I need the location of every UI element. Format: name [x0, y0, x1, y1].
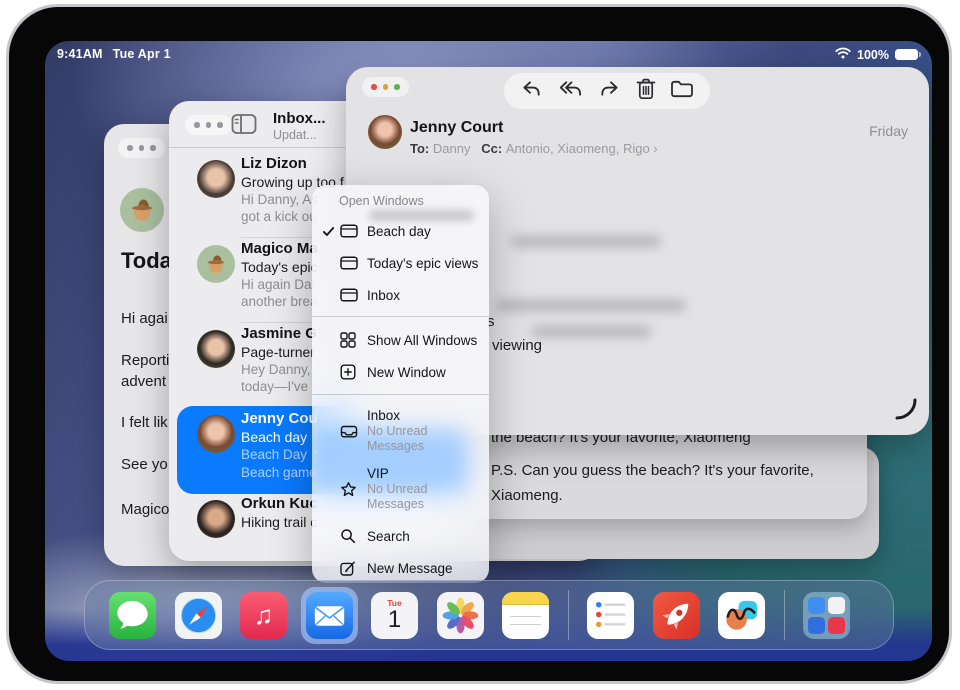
mail-app-icon[interactable] — [306, 592, 353, 639]
window-icon — [340, 255, 367, 271]
sidebar-toggle-icon[interactable] — [231, 113, 257, 140]
status-time: 9:41AM — [57, 47, 103, 61]
body-line: Xiaomeng. — [491, 487, 563, 504]
wifi-icon — [835, 47, 851, 62]
mailbox-subtitle: Updat... — [273, 128, 326, 142]
menu-separator — [312, 394, 489, 395]
new-window-icon — [340, 364, 367, 380]
calendar-app-icon[interactable]: Tue 1 — [371, 592, 418, 639]
safari-app-icon[interactable] — [175, 592, 222, 639]
calendar-day: 1 — [371, 608, 418, 632]
menu-item-show-all-windows[interactable]: Show All Windows — [312, 326, 489, 354]
star-icon — [340, 481, 367, 498]
status-bar: 9:41AM Tue Apr 1 100% — [45, 41, 932, 67]
open-windows-menu: Open Windows Beach day Today's epic — [312, 185, 489, 583]
menu-item-inbox-window[interactable]: Inbox — [312, 281, 489, 309]
messages-app-icon[interactable] — [109, 592, 156, 639]
sender-name: Jenny Court — [410, 119, 503, 137]
body-line: P.S. Can you guess the beach? It's your … — [491, 462, 814, 479]
app-library-mini-music — [828, 617, 845, 634]
music-app-icon[interactable]: ♫ — [240, 592, 287, 639]
notes-app-icon[interactable] — [502, 592, 549, 639]
app-library-icon[interactable] — [803, 592, 850, 639]
body-text: advent — [121, 373, 166, 390]
menu-item-inbox-mailbox[interactable]: Inbox No Unread Messages — [312, 403, 489, 459]
body-fragment: viewing — [492, 337, 542, 354]
menu-item-todays-epic-views[interactable]: Today's epic views — [312, 249, 489, 277]
ipad-screenshot: 9:41AM Tue Apr 1 100% — [0, 0, 960, 690]
preview: Beach Day — [241, 447, 307, 462]
dock-divider — [784, 590, 785, 640]
screen: 9:41AM Tue Apr 1 100% — [45, 41, 932, 661]
menu-item-search[interactable]: Search — [312, 522, 489, 550]
window-controls[interactable] — [185, 115, 232, 135]
mailbox-title[interactable]: Inbox... — [273, 110, 326, 127]
body-text: Hi agai — [121, 310, 168, 327]
avatar-jenny — [368, 115, 402, 149]
avatar-magico — [120, 188, 164, 232]
to-label: To: — [410, 141, 429, 156]
avatar — [197, 330, 235, 368]
body-text: Reporti — [121, 352, 169, 369]
avatar — [197, 160, 235, 198]
avatar — [197, 500, 235, 538]
window-controls[interactable] — [118, 138, 165, 158]
avatar — [197, 415, 235, 453]
blurred-content — [511, 235, 661, 248]
music-note-glyph: ♫ — [254, 600, 274, 631]
menu-item-beach-day[interactable]: Beach day — [312, 217, 489, 245]
reply-icon[interactable] — [520, 78, 543, 104]
app-library-mini-mail — [808, 597, 825, 614]
dock-divider — [568, 590, 569, 640]
reminders-app-icon[interactable] — [587, 592, 634, 639]
app-library-mini-reminders — [828, 597, 845, 614]
window-icon — [340, 287, 367, 303]
battery-percent: 100% — [857, 48, 889, 62]
checkmark-icon — [322, 225, 340, 238]
folder-icon[interactable] — [670, 79, 694, 104]
body-text: I felt lik — [121, 414, 168, 431]
recipients-line[interactable]: To: Danny Cc: Antonio, Xiaomeng, Rigo › — [410, 141, 658, 156]
window-controls[interactable] — [362, 77, 409, 97]
status-date: Tue Apr 1 — [113, 47, 171, 61]
photos-app-icon[interactable] — [437, 592, 484, 639]
cc-label: Cc: — [481, 141, 502, 156]
dock: ♫ Tue 1 — [84, 580, 894, 650]
compose-icon — [340, 560, 367, 576]
freeform-app-icon[interactable] — [718, 592, 765, 639]
message-date: Friday — [869, 123, 908, 139]
search-icon — [340, 528, 367, 544]
rocket-app-icon[interactable] — [653, 592, 700, 639]
blurred-content — [531, 325, 651, 338]
battery-icon — [895, 49, 918, 61]
inbox-tray-icon — [340, 424, 367, 439]
menu-header: Open Windows — [339, 194, 424, 208]
body-text: Magico — [121, 501, 169, 518]
blurred-content — [496, 299, 686, 312]
window-resize-handle[interactable] — [893, 396, 919, 427]
cc-value: Antonio, Xiaomeng, Rigo › — [506, 141, 658, 156]
menu-item-new-message[interactable]: New Message — [312, 554, 489, 582]
to-value: Danny — [433, 141, 471, 156]
body-text: See yo — [121, 456, 168, 473]
menu-separator — [312, 316, 489, 317]
grid-icon — [340, 332, 367, 348]
menu-item-vip[interactable]: VIP No Unread Messages — [312, 461, 489, 517]
mail-toolbar — [504, 73, 710, 109]
app-library-mini-files — [808, 617, 825, 634]
reply-all-icon[interactable] — [558, 78, 584, 104]
menu-item-new-window[interactable]: New Window — [312, 358, 489, 386]
avatar — [197, 245, 235, 283]
ipad-bezel: 9:41AM Tue Apr 1 100% — [6, 4, 952, 684]
trash-icon[interactable] — [636, 78, 656, 105]
window-icon — [340, 223, 367, 239]
forward-icon[interactable] — [598, 78, 621, 104]
